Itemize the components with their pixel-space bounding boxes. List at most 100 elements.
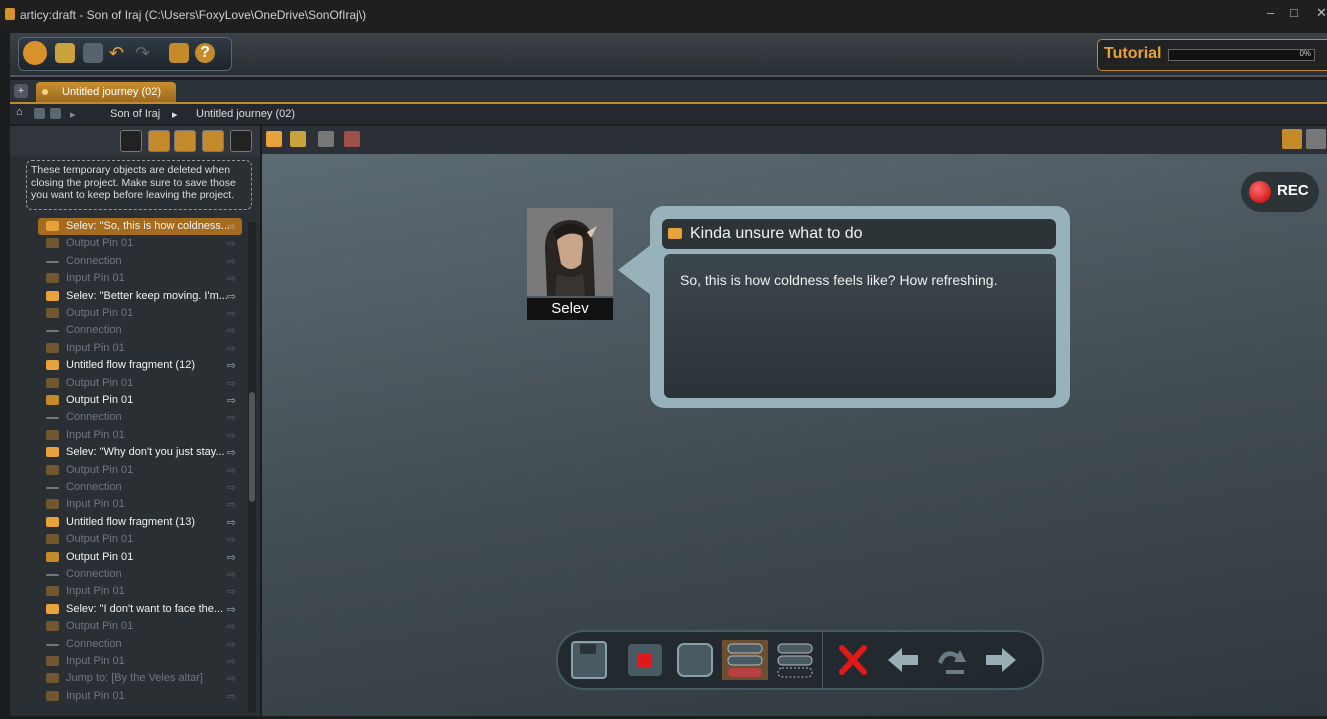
scrollbar-thumb[interactable] — [249, 392, 255, 502]
stop-icon[interactable] — [626, 640, 664, 680]
goto-arrow-icon[interactable]: ⇨ — [227, 446, 236, 459]
tree-item[interactable]: Output Pin 01 ⇨ — [38, 462, 242, 479]
tool-wand-icon[interactable] — [266, 131, 282, 147]
goto-arrow-icon[interactable]: ⇨ — [227, 638, 236, 651]
tree-item[interactable]: Output Pin 01 ⇨ — [38, 392, 242, 409]
list-scrollbar[interactable] — [248, 222, 256, 712]
goto-arrow-icon[interactable]: ⇨ — [227, 620, 236, 633]
goto-arrow-icon[interactable]: ⇨ — [227, 255, 236, 268]
clipboard-icon[interactable] — [230, 130, 252, 152]
breadcrumb: ⌂ ▸ Son of Iraj ▸ Untitled journey (02) — [10, 104, 1327, 124]
tool-variables-icon[interactable] — [290, 131, 306, 147]
goto-arrow-icon[interactable]: ⇨ — [227, 655, 236, 668]
goto-arrow-icon[interactable]: ⇨ — [227, 568, 236, 581]
redo-icon[interactable]: ↷ — [135, 43, 155, 63]
tree-item[interactable]: Connection ⇨ — [38, 479, 242, 496]
goto-arrow-icon[interactable]: ⇨ — [227, 672, 236, 685]
app-menu-icon[interactable] — [23, 41, 47, 65]
save-state-icon[interactable] — [570, 640, 608, 680]
goto-arrow-icon[interactable]: ⇨ — [227, 359, 236, 372]
back-arrow-icon[interactable] — [884, 640, 922, 680]
temp-objects-icon[interactable] — [148, 130, 170, 152]
fullscreen-icon[interactable] — [676, 640, 714, 680]
tool-list-icon[interactable] — [318, 131, 334, 147]
help-icon[interactable]: ? — [195, 43, 215, 63]
tree-item[interactable]: Selev: "Better keep moving. I'm... ⇨ — [38, 288, 242, 305]
goto-arrow-icon[interactable]: ⇨ — [227, 516, 236, 529]
minimize-button[interactable]: – — [1267, 5, 1274, 20]
goto-arrow-icon[interactable]: ⇨ — [227, 307, 236, 320]
forward-arrow-icon[interactable] — [982, 640, 1020, 680]
goto-arrow-icon[interactable]: ⇨ — [227, 324, 236, 337]
goto-arrow-icon[interactable]: ⇨ — [227, 464, 236, 477]
save-icon[interactable] — [83, 43, 103, 63]
goto-arrow-icon[interactable]: ⇨ — [227, 237, 236, 250]
tree-item[interactable]: Input Pin 01 ⇨ — [38, 688, 242, 705]
tree-item[interactable]: Jump to: [By the Veles altar] ⇨ — [38, 670, 242, 687]
new-icon[interactable] — [55, 43, 75, 63]
nav-back-icon[interactable] — [50, 108, 61, 119]
tree-item[interactable]: Untitled flow fragment (13) ⇨ — [38, 514, 242, 531]
fragment-icon — [46, 360, 59, 371]
tree-item[interactable]: Selev: "So, this is how coldness... ⇨ — [38, 218, 242, 235]
tree-item[interactable]: Selev: "I don't want to face the... ⇨ — [38, 601, 242, 618]
tree-item[interactable]: Connection ⇨ — [38, 409, 242, 426]
goto-arrow-icon[interactable]: ⇨ — [227, 220, 236, 233]
nav-forward-icon[interactable]: ▸ — [70, 108, 76, 121]
undo-icon[interactable]: ↶ — [109, 43, 129, 63]
tree-item[interactable]: Connection ⇨ — [38, 253, 242, 270]
tree-item[interactable]: Connection ⇨ — [38, 322, 242, 339]
tree-item[interactable]: Output Pin 01 ⇨ — [38, 375, 242, 392]
breadcrumb-project[interactable]: Son of Iraj — [110, 108, 160, 120]
goto-arrow-icon[interactable]: ⇨ — [227, 498, 236, 511]
goto-arrow-icon[interactable]: ⇨ — [227, 551, 236, 564]
tree-item[interactable]: Output Pin 01 ⇨ — [38, 618, 242, 635]
presentation-icon[interactable] — [169, 43, 189, 63]
tool-reset-icon[interactable] — [344, 131, 360, 147]
new-tab-button[interactable]: + — [14, 84, 28, 98]
goto-arrow-icon[interactable]: ⇨ — [227, 533, 236, 546]
tree-item[interactable]: Input Pin 01 ⇨ — [38, 496, 242, 513]
goto-arrow-icon[interactable]: ⇨ — [227, 481, 236, 494]
goto-arrow-icon[interactable]: ⇨ — [227, 690, 236, 703]
tree-item[interactable]: Untitled flow fragment (12) ⇨ — [38, 357, 242, 374]
cancel-icon[interactable] — [834, 640, 872, 680]
inspect-icon[interactable] — [1306, 129, 1326, 149]
goto-arrow-icon[interactable]: ⇨ — [227, 290, 236, 303]
close-button[interactable]: ✕ — [1316, 5, 1327, 21]
goto-arrow-icon[interactable]: ⇨ — [227, 377, 236, 390]
goto-arrow-icon[interactable]: ⇨ — [227, 342, 236, 355]
goto-arrow-icon[interactable]: ⇨ — [227, 411, 236, 424]
rec-button[interactable]: REC — [1241, 172, 1319, 212]
step-over-icon[interactable] — [932, 640, 970, 680]
play-mode-icon[interactable] — [1282, 129, 1302, 149]
goto-arrow-icon[interactable]: ⇨ — [227, 394, 236, 407]
goto-arrow-icon[interactable]: ⇨ — [227, 603, 236, 616]
outline-icon[interactable] — [120, 130, 142, 152]
tree-item[interactable]: Input Pin 01 ⇨ — [38, 340, 242, 357]
tutorial-widget[interactable]: Tutorial 0% ✕ — [1097, 39, 1327, 71]
tree-item[interactable]: Input Pin 01 ⇨ — [38, 427, 242, 444]
tree-item[interactable]: Input Pin 01 ⇨ — [38, 653, 242, 670]
search-icon[interactable] — [174, 130, 196, 152]
tree-item[interactable]: Connection ⇨ — [38, 636, 242, 653]
tree-item[interactable]: Output Pin 01 ⇨ — [38, 235, 242, 252]
warning-icon[interactable] — [202, 130, 224, 152]
tab-untitled-journey[interactable]: Untitled journey (02) — [36, 82, 176, 102]
maximize-button[interactable]: □ — [1290, 5, 1298, 20]
nav-up-icon[interactable] — [34, 108, 45, 119]
branches-icon[interactable] — [722, 640, 768, 680]
home-icon[interactable]: ⌂ — [16, 106, 27, 118]
tree-item[interactable]: Selev: "Why don't you just stay... ⇨ — [38, 444, 242, 461]
tree-item[interactable]: Output Pin 01 ⇨ — [38, 305, 242, 322]
show-all-branches-icon[interactable] — [776, 640, 814, 680]
tree-item[interactable]: Input Pin 01 ⇨ — [38, 270, 242, 287]
breadcrumb-current[interactable]: Untitled journey (02) — [196, 108, 295, 120]
tree-item[interactable]: Input Pin 01 ⇨ — [38, 583, 242, 600]
goto-arrow-icon[interactable]: ⇨ — [227, 272, 236, 285]
tree-item[interactable]: Connection ⇨ — [38, 566, 242, 583]
goto-arrow-icon[interactable]: ⇨ — [227, 585, 236, 598]
goto-arrow-icon[interactable]: ⇨ — [227, 429, 236, 442]
tree-item[interactable]: Output Pin 01 ⇨ — [38, 549, 242, 566]
tree-item[interactable]: Output Pin 01 ⇨ — [38, 531, 242, 548]
